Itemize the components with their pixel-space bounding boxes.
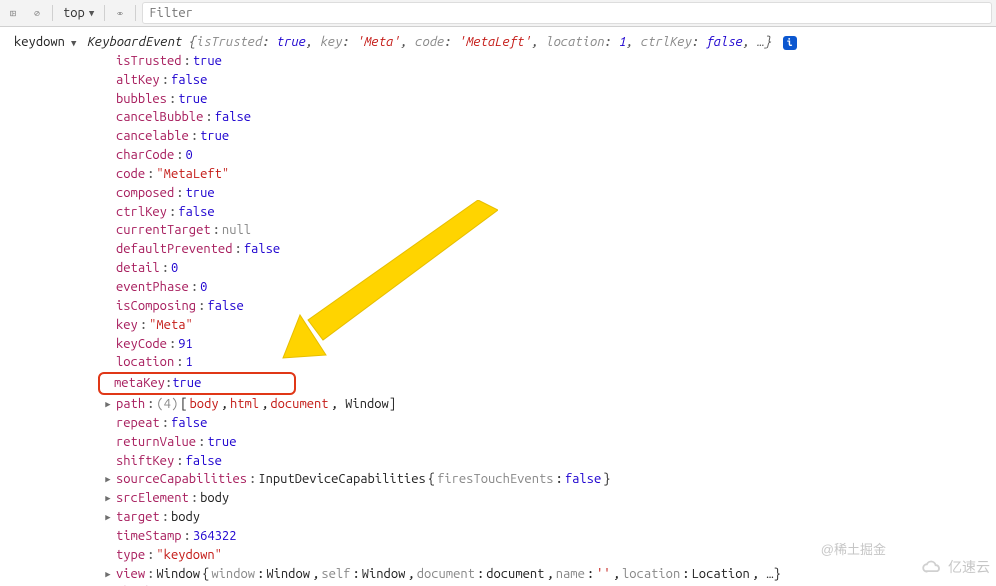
context-picker[interactable]: top ▼: [59, 6, 98, 20]
console-output: keydown KeyboardEvent {isTrusted: true, …: [0, 27, 996, 586]
property-row[interactable]: defaultPrevented: false: [102, 240, 996, 259]
property-row[interactable]: ▶srcElement: body: [102, 489, 996, 508]
property-row[interactable]: charCode: 0: [102, 146, 996, 165]
event-label: keydown: [14, 33, 65, 52]
property-row[interactable]: ▶sourceCapabilities: InputDeviceCapabili…: [102, 470, 996, 489]
filter-input[interactable]: [142, 2, 992, 24]
expand-caret[interactable]: ▶: [102, 492, 114, 505]
property-row[interactable]: ▶target: body: [102, 508, 996, 527]
property-row[interactable]: cancelable: true: [102, 127, 996, 146]
context-name: top: [63, 6, 85, 20]
separator: [52, 5, 53, 21]
property-row[interactable]: returnValue: true: [102, 433, 996, 452]
property-row[interactable]: composed: true: [102, 184, 996, 203]
property-row[interactable]: key: "Meta": [102, 316, 996, 335]
property-row[interactable]: detail: 0: [102, 259, 996, 278]
property-row[interactable]: bubbles: true: [102, 90, 996, 109]
property-row[interactable]: metaKey: true: [102, 372, 996, 395]
class-name: KeyboardEvent: [87, 35, 182, 49]
eye-icon: [117, 7, 123, 20]
cloud-icon: [920, 556, 942, 578]
property-row[interactable]: repeat: false: [102, 414, 996, 433]
property-row[interactable]: keyCode: 91: [102, 335, 996, 354]
object-summary: KeyboardEvent {isTrusted: true, key: 'Me…: [87, 33, 797, 52]
expand-caret[interactable]: ▶: [102, 473, 114, 486]
info-icon[interactable]: i: [783, 36, 797, 50]
clear-icon: [34, 7, 40, 20]
highlight-box: metaKey: true: [98, 372, 296, 395]
property-row[interactable]: cancelBubble: false: [102, 108, 996, 127]
property-row[interactable]: code: "MetaLeft": [102, 165, 996, 184]
property-row[interactable]: ▶path: (4) [body, html, document, Window…: [102, 395, 996, 414]
object-tree: isTrusted: truealtKey: falsebubbles: tru…: [0, 52, 996, 586]
live-expression-button[interactable]: [111, 4, 129, 22]
chevron-down-icon: ▼: [89, 8, 94, 19]
property-row[interactable]: eventPhase: 0: [102, 278, 996, 297]
clear-console-button[interactable]: [28, 4, 46, 22]
property-row[interactable]: shiftKey: false: [102, 452, 996, 471]
toggle-sidebar-button[interactable]: [4, 4, 22, 22]
separator: [135, 5, 136, 21]
panel-icon: [10, 7, 16, 20]
watermark-xitu: @稀土掘金: [821, 539, 886, 558]
property-row[interactable]: isTrusted: true: [102, 52, 996, 71]
expand-caret[interactable]: ▶: [102, 568, 114, 581]
property-row[interactable]: currentTarget: null: [102, 221, 996, 240]
separator: [104, 5, 105, 21]
property-row[interactable]: altKey: false: [102, 71, 996, 90]
property-row[interactable]: location: 1: [102, 353, 996, 372]
property-row[interactable]: ctrlKey: false: [102, 203, 996, 222]
console-toolbar: top ▼: [0, 0, 996, 27]
expand-caret[interactable]: ▶: [102, 511, 114, 524]
property-row[interactable]: isComposing: false: [102, 297, 996, 316]
expand-caret[interactable]: ▶: [102, 398, 114, 411]
watermark-yisu: 亿速云: [920, 556, 990, 578]
log-row[interactable]: keydown KeyboardEvent {isTrusted: true, …: [0, 31, 996, 52]
property-row[interactable]: ▶view: Window {window: Window, self: Win…: [102, 565, 996, 584]
object-expander[interactable]: [71, 33, 81, 52]
